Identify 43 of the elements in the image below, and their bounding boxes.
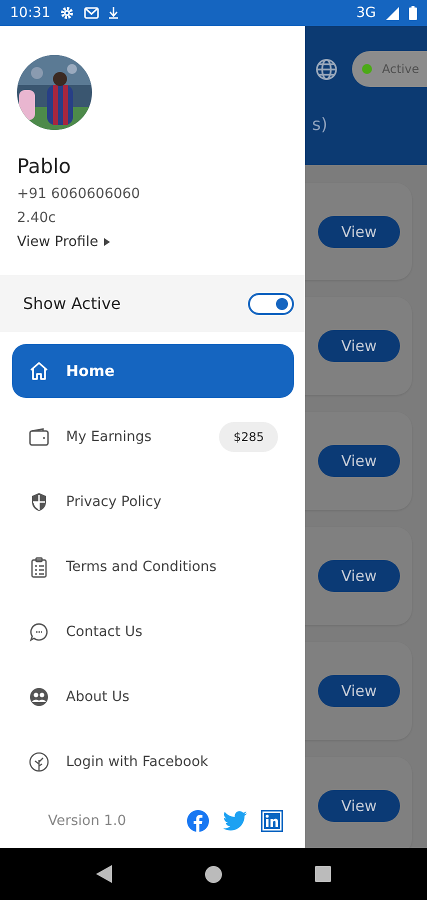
menu-item[interactable]: Terms and Conditions bbox=[12, 534, 294, 600]
toggle-switch[interactable] bbox=[248, 292, 294, 315]
home-icon bbox=[28, 360, 50, 382]
twitter-icon[interactable] bbox=[223, 811, 247, 832]
profile-name: Pablo bbox=[17, 154, 72, 178]
view-button[interactable]: View bbox=[318, 560, 400, 592]
settings-icon bbox=[60, 6, 74, 20]
menu-item[interactable]: Contact Us bbox=[12, 599, 294, 664]
people-icon bbox=[28, 686, 50, 708]
facebook-icon[interactable] bbox=[187, 810, 209, 832]
linkedin-icon[interactable] bbox=[261, 810, 283, 832]
menu-item[interactable]: About Us bbox=[12, 664, 294, 730]
menu-item[interactable]: Privacy Policy bbox=[12, 469, 294, 534]
header-title: s) bbox=[312, 115, 328, 135]
mail-icon bbox=[84, 7, 100, 19]
view-profile-link[interactable]: View Profile bbox=[17, 234, 110, 250]
view-button[interactable]: View bbox=[318, 330, 400, 362]
network-type: 3G bbox=[356, 6, 376, 20]
caret-icon bbox=[104, 238, 110, 246]
status-time: 10:31 bbox=[10, 6, 50, 20]
download-icon bbox=[109, 7, 118, 19]
menu-item[interactable]: My Earnings $285 bbox=[12, 404, 294, 470]
view-button[interactable]: View bbox=[318, 790, 400, 822]
view-button[interactable]: View bbox=[318, 445, 400, 477]
show-active-label: Show Active bbox=[23, 294, 122, 314]
earnings-badge: $285 bbox=[219, 422, 278, 452]
back-icon[interactable] bbox=[96, 865, 112, 883]
signal-icon bbox=[386, 6, 399, 20]
profile-balance: 2.40c bbox=[17, 210, 57, 226]
home-button-icon[interactable] bbox=[204, 866, 222, 882]
leaf-icon bbox=[28, 750, 50, 773]
version-label: Version 1.0 bbox=[48, 813, 128, 830]
recents-icon[interactable] bbox=[314, 866, 331, 882]
status-dot bbox=[362, 64, 372, 74]
globe-icon[interactable] bbox=[315, 58, 338, 80]
battery-icon bbox=[409, 6, 417, 20]
view-button[interactable]: View bbox=[318, 216, 400, 248]
profile-phone: +91 6060606060 bbox=[17, 186, 142, 202]
menu-item[interactable]: Login with Facebook bbox=[12, 729, 294, 794]
wallet-icon bbox=[28, 426, 50, 448]
chat-icon bbox=[28, 620, 50, 643]
view-button[interactable]: View bbox=[318, 675, 400, 707]
menu-item[interactable]: Home bbox=[12, 344, 294, 398]
